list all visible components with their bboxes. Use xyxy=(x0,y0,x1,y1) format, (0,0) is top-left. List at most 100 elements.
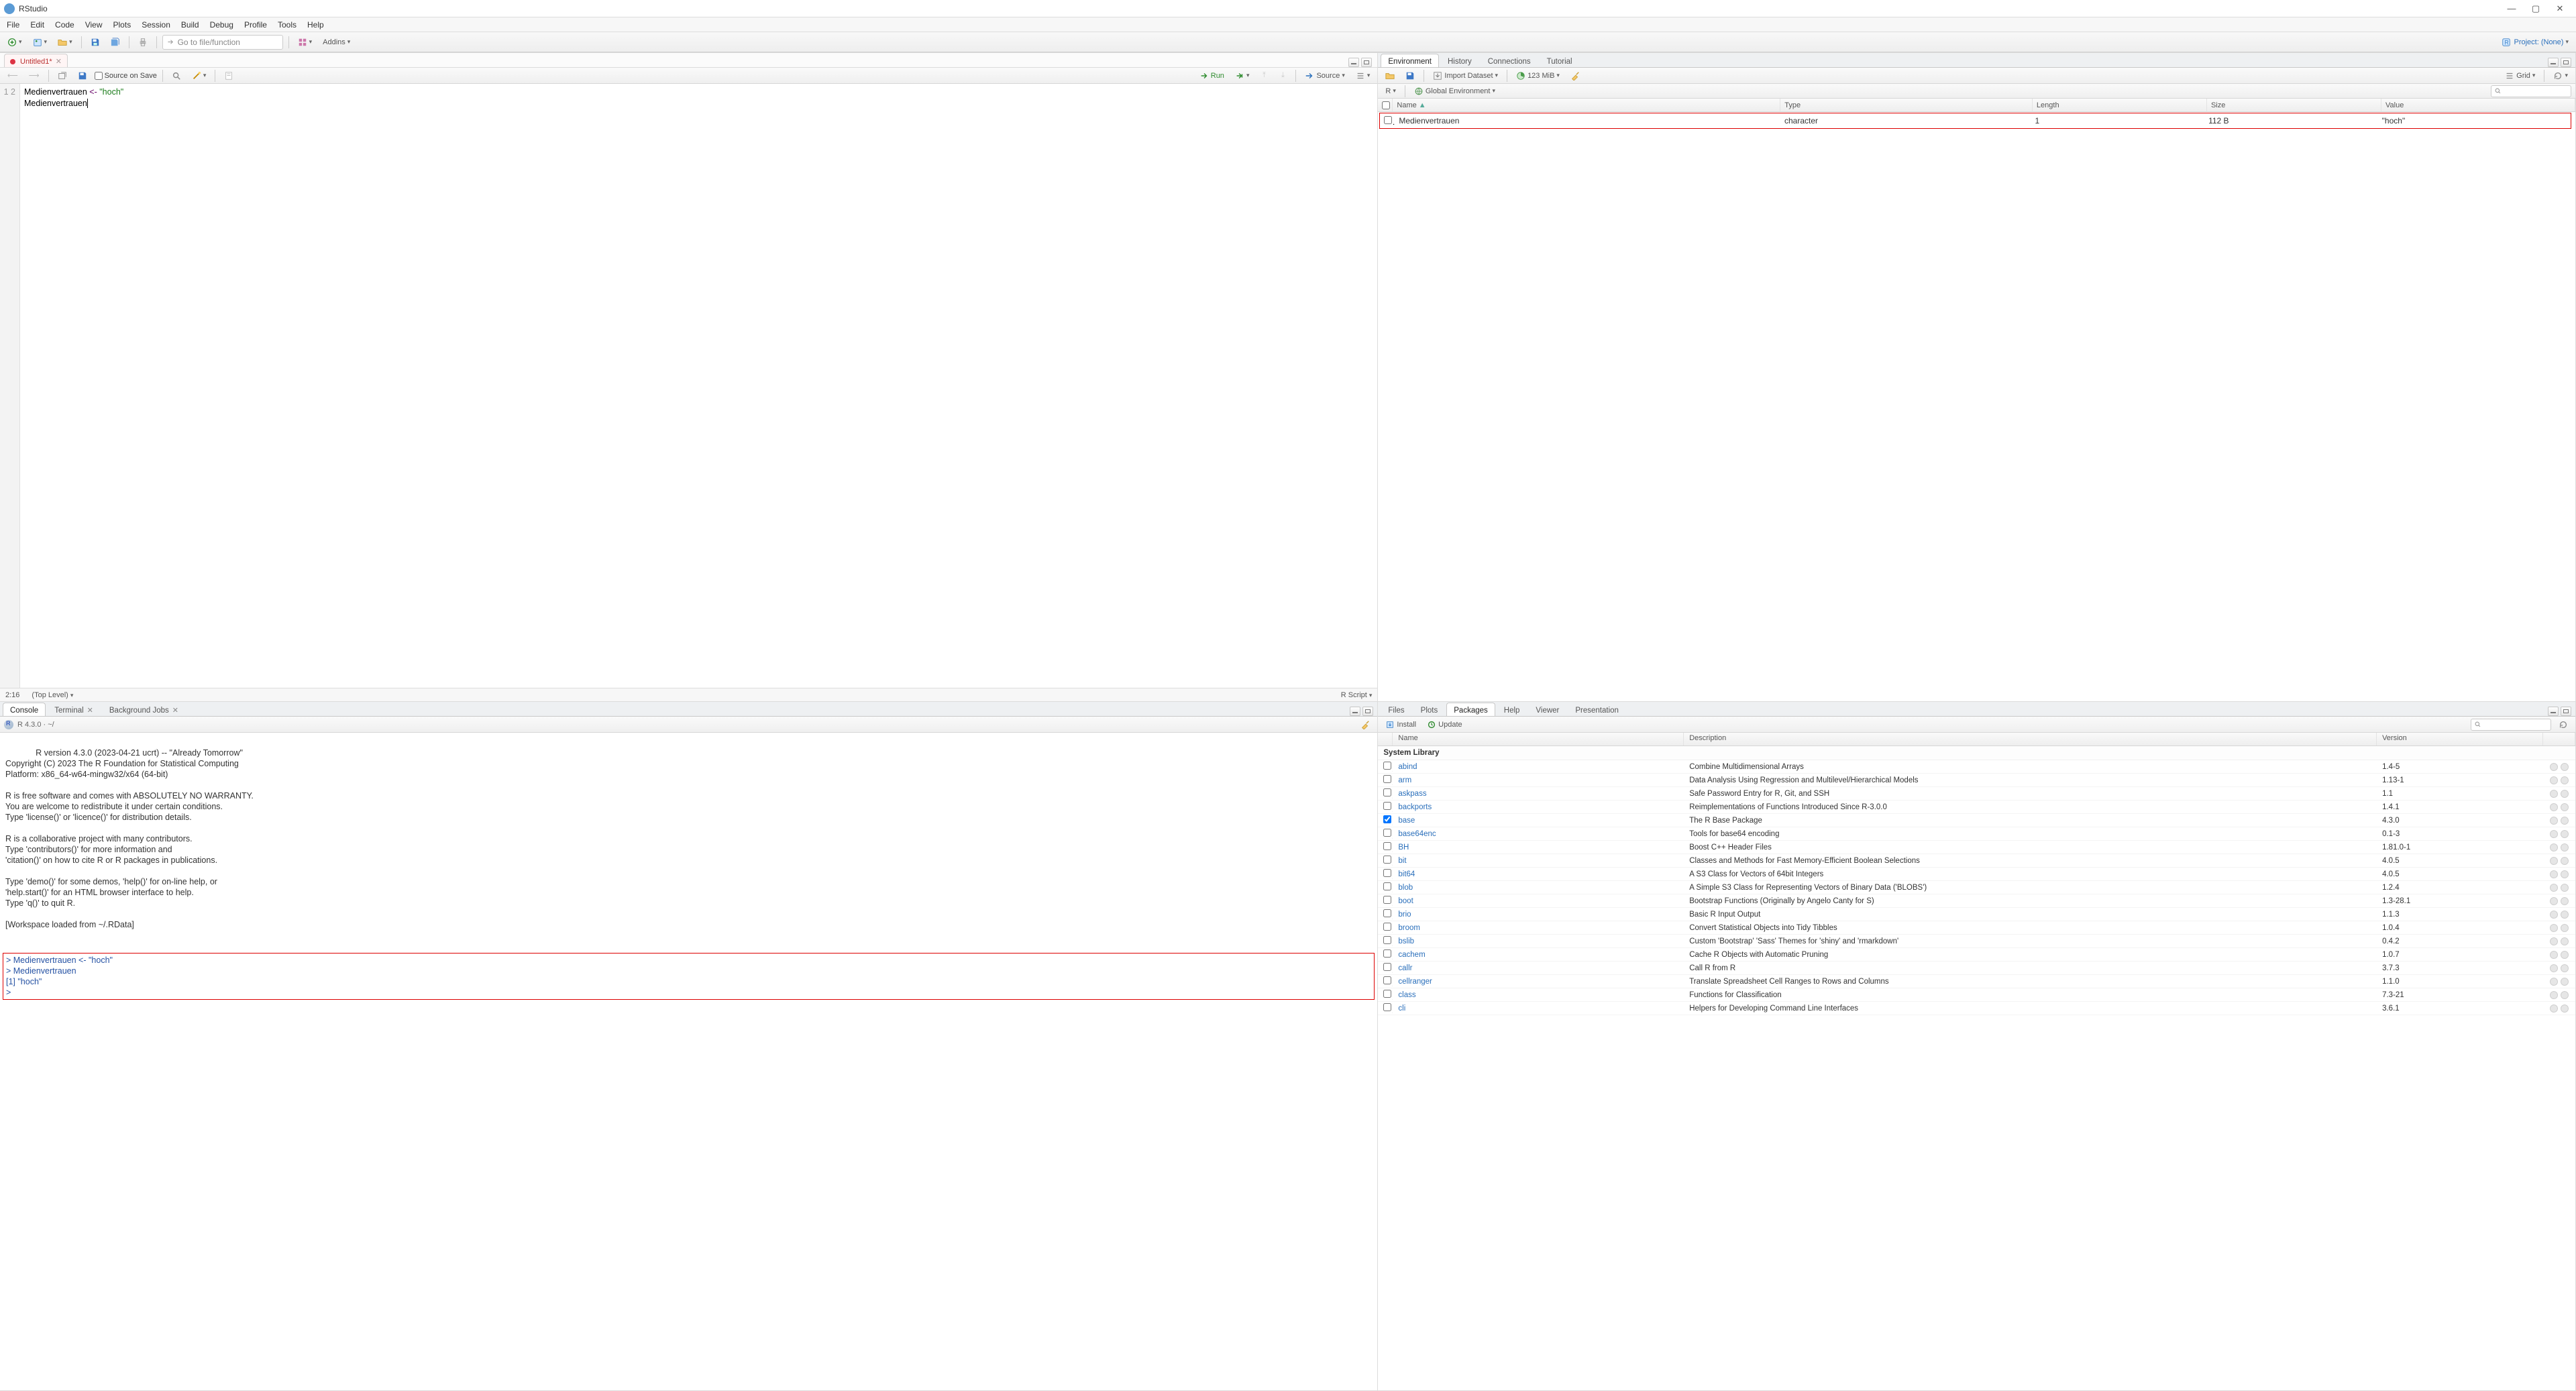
source-editor[interactable]: 1 2 Medienvertrauen <- "hoch" Medienvert… xyxy=(0,84,1377,688)
pkg-checkbox[interactable] xyxy=(1383,882,1391,890)
pkg-search-input[interactable] xyxy=(2471,719,2551,731)
pkg-link[interactable]: arm xyxy=(1398,776,1411,784)
pkg-web-icon[interactable] xyxy=(2550,776,2558,784)
pkg-link[interactable]: bit64 xyxy=(1398,870,1415,878)
install-button[interactable]: Install xyxy=(1382,717,1419,732)
tab-terminal[interactable]: Terminal✕ xyxy=(47,703,101,716)
tab-console[interactable]: Console xyxy=(3,703,46,716)
pkg-web-icon[interactable] xyxy=(2550,830,2558,838)
pkg-checkbox[interactable] xyxy=(1383,923,1391,931)
console-maximize-button[interactable] xyxy=(1362,707,1373,716)
pkg-web-icon[interactable] xyxy=(2550,884,2558,892)
pkg-remove-icon[interactable] xyxy=(2561,857,2569,865)
pkg-remove-icon[interactable] xyxy=(2561,1004,2569,1013)
import-dataset-button[interactable]: Import Dataset xyxy=(1430,68,1501,83)
pkg-link[interactable]: callr xyxy=(1398,964,1412,972)
source-outline-button[interactable] xyxy=(1352,68,1374,83)
pkg-row-bslib[interactable]: bslibCustom 'Bootstrap' 'Sass' Themes fo… xyxy=(1378,935,2575,948)
pkg-row-brio[interactable]: brioBasic R Input Output1.1.3 xyxy=(1378,908,2575,921)
pkg-row-bit[interactable]: bitClasses and Methods for Fast Memory-E… xyxy=(1378,854,2575,868)
pkg-web-icon[interactable] xyxy=(2550,897,2558,905)
env-select-all-checkbox[interactable] xyxy=(1382,101,1390,109)
env-search-input[interactable] xyxy=(2491,85,2571,97)
run-button[interactable]: Run xyxy=(1196,68,1228,83)
pkg-checkbox[interactable] xyxy=(1383,829,1391,837)
pkg-link[interactable]: brio xyxy=(1398,911,1411,919)
filetype-selector[interactable]: R Script xyxy=(1341,691,1373,699)
source-save-button[interactable] xyxy=(74,68,91,83)
pkg-remove-icon[interactable] xyxy=(2561,843,2569,852)
tab-tutorial[interactable]: Tutorial xyxy=(1540,54,1580,67)
console-minimize-button[interactable] xyxy=(1350,707,1360,716)
source-file-tab[interactable]: Untitled1* ✕ xyxy=(4,54,68,67)
pkg-checkbox[interactable] xyxy=(1383,976,1391,984)
pkg-remove-icon[interactable] xyxy=(2561,830,2569,838)
pkg-remove-icon[interactable] xyxy=(2561,911,2569,919)
pkg-maximize-button[interactable] xyxy=(2561,707,2571,716)
env-save-button[interactable] xyxy=(1402,68,1418,83)
env-head-length[interactable]: Length xyxy=(2033,99,2207,111)
pkg-link[interactable]: base64enc xyxy=(1398,830,1436,838)
pkg-link[interactable]: cellranger xyxy=(1398,978,1432,986)
tab-history[interactable]: History xyxy=(1440,54,1479,67)
pkg-row-cachem[interactable]: cachemCache R Objects with Automatic Pru… xyxy=(1378,948,2575,962)
source-on-save-checkbox[interactable]: Source on Save xyxy=(95,72,157,80)
pkg-link[interactable]: boot xyxy=(1398,897,1413,905)
pkg-refresh-button[interactable] xyxy=(2555,717,2571,732)
memory-button[interactable]: 123 MiB xyxy=(1513,68,1563,83)
pkg-remove-icon[interactable] xyxy=(2561,803,2569,811)
pkg-remove-icon[interactable] xyxy=(2561,763,2569,771)
env-head-name[interactable]: Name xyxy=(1397,101,1416,109)
pkg-row-boot[interactable]: bootBootstrap Functions (Originally by A… xyxy=(1378,894,2575,908)
pkg-row-askpass[interactable]: askpassSafe Password Entry for R, Git, a… xyxy=(1378,787,2575,801)
menu-debug[interactable]: Debug xyxy=(205,19,239,31)
wand-button[interactable] xyxy=(189,68,210,83)
source-minimize-button[interactable] xyxy=(1348,58,1359,67)
pkg-row-blob[interactable]: blobA Simple S3 Class for Representing V… xyxy=(1378,881,2575,894)
pkg-remove-icon[interactable] xyxy=(2561,951,2569,959)
pkg-link[interactable]: abind xyxy=(1398,763,1417,771)
tab-files[interactable]: Files xyxy=(1381,703,1411,716)
env-minimize-button[interactable] xyxy=(2548,58,2559,67)
pkg-web-icon[interactable] xyxy=(2550,951,2558,959)
pkg-web-icon[interactable] xyxy=(2550,937,2558,945)
pkg-web-icon[interactable] xyxy=(2550,870,2558,878)
save-all-button[interactable] xyxy=(107,35,123,50)
pkg-head-name[interactable]: Name xyxy=(1393,733,1684,745)
pkg-link[interactable]: blob xyxy=(1398,884,1413,892)
env-load-button[interactable] xyxy=(1382,68,1398,83)
env-clear-button[interactable] xyxy=(1567,68,1583,83)
source-run-button[interactable]: Source xyxy=(1301,68,1348,83)
report-button[interactable] xyxy=(221,68,237,83)
pkg-link[interactable]: bslib xyxy=(1398,937,1414,945)
pkg-web-icon[interactable] xyxy=(2550,763,2558,771)
pkg-checkbox[interactable] xyxy=(1383,1003,1391,1011)
tab-viewer[interactable]: Viewer xyxy=(1528,703,1566,716)
pkg-link[interactable]: base xyxy=(1398,817,1415,825)
env-head-type[interactable]: Type xyxy=(1780,99,2033,111)
pkg-row-base[interactable]: baseThe R Base Package4.3.0 xyxy=(1378,814,2575,827)
pkg-row-cellranger[interactable]: cellrangerTranslate Spreadsheet Cell Ran… xyxy=(1378,975,2575,988)
pkg-row-cli[interactable]: cliHelpers for Developing Command Line I… xyxy=(1378,1002,2575,1015)
pkg-checkbox[interactable] xyxy=(1383,896,1391,904)
pkg-remove-icon[interactable] xyxy=(2561,817,2569,825)
terminal-close-icon[interactable]: ✕ xyxy=(87,706,93,715)
menu-code[interactable]: Code xyxy=(50,19,80,31)
pkg-link[interactable]: cachem xyxy=(1398,951,1425,959)
pkg-checkbox[interactable] xyxy=(1383,990,1391,998)
tools-grid-button[interactable] xyxy=(294,35,316,50)
pkg-remove-icon[interactable] xyxy=(2561,790,2569,798)
pkg-remove-icon[interactable] xyxy=(2561,924,2569,932)
pkg-web-icon[interactable] xyxy=(2550,978,2558,986)
pkg-web-icon[interactable] xyxy=(2550,843,2558,852)
menu-file[interactable]: File xyxy=(1,19,25,31)
pkg-web-icon[interactable] xyxy=(2550,1004,2558,1013)
tab-presentation[interactable]: Presentation xyxy=(1568,703,1626,716)
env-view-selector[interactable]: Grid xyxy=(2502,68,2538,83)
goto-file-function-input[interactable]: Go to file/function xyxy=(162,35,283,50)
save-button[interactable] xyxy=(87,35,103,50)
pkg-remove-icon[interactable] xyxy=(2561,870,2569,878)
open-file-button[interactable] xyxy=(54,35,76,50)
pkg-web-icon[interactable] xyxy=(2550,803,2558,811)
source-popout-button[interactable] xyxy=(54,68,70,83)
